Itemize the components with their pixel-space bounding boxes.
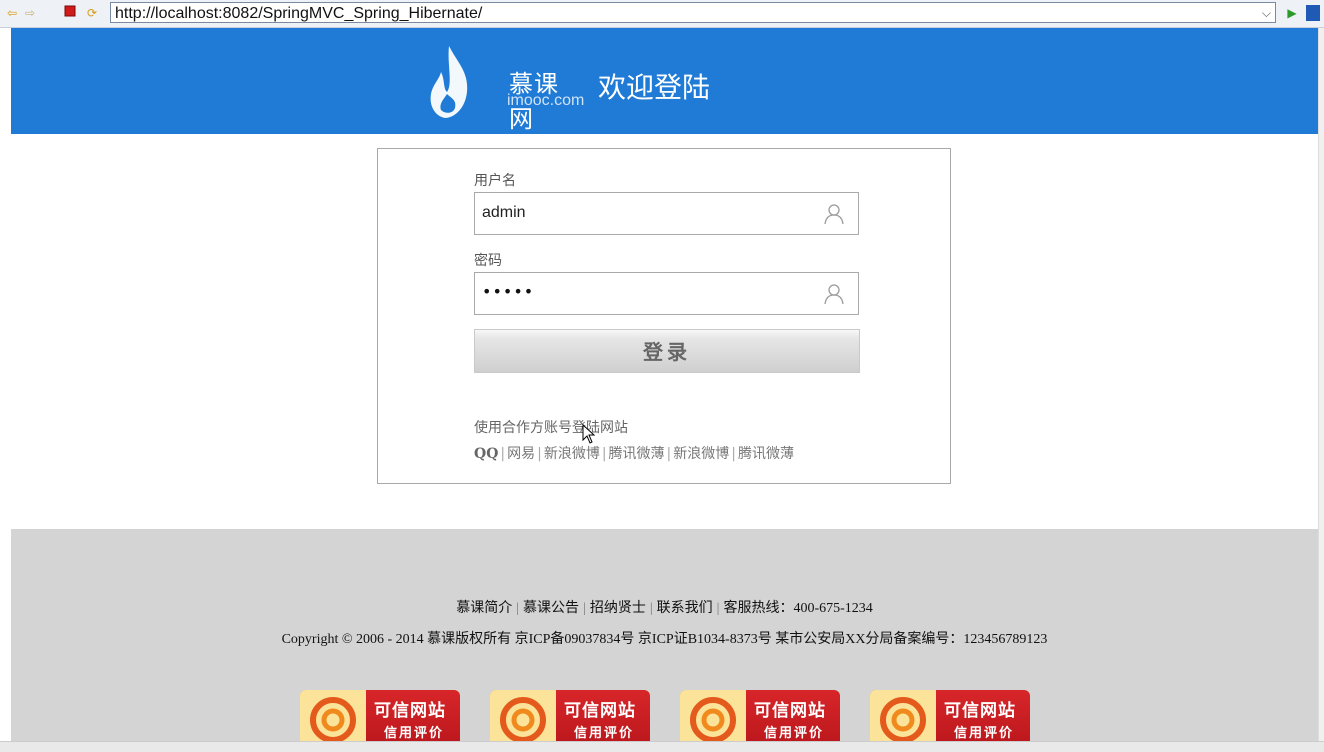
sina-weibo-login-link[interactable]: 新浪微博 bbox=[544, 446, 600, 462]
page-title: 欢迎登陆 bbox=[598, 71, 711, 104]
spiral-emblem-icon bbox=[880, 697, 926, 741]
mouse-cursor-icon bbox=[582, 424, 596, 444]
copyright-text: Copyright © 2006 - 2014 慕课版权所有 京ICP备0903… bbox=[281, 632, 1048, 647]
separator: | bbox=[537, 446, 542, 462]
spiral-emblem-icon bbox=[500, 697, 546, 741]
username-field[interactable]: admin bbox=[474, 192, 859, 235]
flame-icon bbox=[430, 46, 468, 118]
separator: | bbox=[583, 601, 586, 616]
footer-link-contact[interactable]: 联系我们 bbox=[657, 601, 713, 616]
trust-badge[interactable]: 可信网站 信用评价 bbox=[300, 690, 460, 741]
browser-toolbar: ⇦ ⇨ ⟳ http://localhost:8082/SpringMVC_Sp… bbox=[0, 0, 1324, 28]
sina-weibo-login-link-2[interactable]: 新浪微博 bbox=[673, 446, 729, 462]
stop-icon[interactable] bbox=[62, 5, 78, 21]
footer-link-notice[interactable]: 慕课公告 bbox=[523, 601, 579, 616]
spiral-emblem-icon bbox=[310, 697, 356, 741]
password-label: 密码 bbox=[474, 253, 502, 269]
forward-arrow-icon[interactable]: ⇨ bbox=[22, 5, 38, 21]
username-label: 用户名 bbox=[474, 173, 516, 189]
url-text: http://localhost:8082/SpringMVC_Spring_H… bbox=[115, 5, 483, 22]
separator: | bbox=[666, 446, 672, 462]
password-field[interactable]: ••••• bbox=[474, 272, 859, 315]
logo-english-text: imooc.com bbox=[507, 92, 585, 109]
footer-link-about[interactable]: 慕课简介 bbox=[456, 601, 512, 616]
tencent-weibo-login-link-2[interactable]: 腾讯微薄 bbox=[738, 446, 794, 462]
trust-badge[interactable]: 可信网站 信用评价 bbox=[680, 690, 840, 741]
badge-title: 可信网站 bbox=[564, 701, 636, 721]
menu-icon[interactable] bbox=[1306, 5, 1320, 21]
third-party-login-text: 使用合作方账号登陆网站 bbox=[474, 420, 628, 436]
badge-emblem bbox=[490, 690, 556, 741]
imooc-logo[interactable]: 慕课网 imooc.com bbox=[427, 42, 584, 133]
badge-title: 可信网站 bbox=[944, 701, 1016, 721]
refresh-icon[interactable]: ⟳ bbox=[84, 5, 100, 21]
separator: | bbox=[649, 601, 653, 616]
badge-title: 可信网站 bbox=[754, 701, 826, 721]
blank-icon bbox=[44, 5, 60, 21]
address-bar[interactable]: http://localhost:8082/SpringMVC_Spring_H… bbox=[110, 2, 1276, 23]
footer-links: 慕课简介 | 慕课公告 | 招纳贤士 | 联系我们 | 客服热线：400-675-1234 bbox=[11, 597, 1318, 617]
web-page: 慕课网 imooc.com 欢迎登陆 用户名 admin 密码 ••••• 登录… bbox=[11, 28, 1318, 741]
qq-login-link[interactable]: QQ bbox=[474, 446, 498, 462]
user-icon bbox=[824, 204, 844, 225]
separator: | bbox=[516, 601, 520, 616]
status-bar bbox=[0, 741, 1324, 752]
user-icon bbox=[824, 284, 844, 305]
spiral-emblem-icon bbox=[690, 697, 736, 741]
badge-emblem bbox=[680, 690, 746, 741]
trust-badge[interactable]: 可信网站 信用评价 bbox=[870, 690, 1030, 741]
tencent-weibo-login-link[interactable]: 腾讯微薄 bbox=[609, 446, 665, 462]
separator: | bbox=[601, 446, 607, 462]
username-value: admin bbox=[482, 204, 526, 221]
chevron-down-icon[interactable]: ⌵ bbox=[1262, 3, 1271, 24]
page-footer: 慕课简介 | 慕课公告 | 招纳贤士 | 联系我们 | 客服热线：400-675-1234 Co… bbox=[11, 529, 1318, 741]
badge-subtitle: 信用评价 bbox=[764, 726, 825, 741]
password-value: ••••• bbox=[482, 282, 535, 301]
badge-emblem bbox=[870, 690, 936, 741]
badge-subtitle: 信用评价 bbox=[384, 726, 445, 741]
footer-hotline: 客服热线：400-675-1234 bbox=[723, 601, 873, 616]
footer-link-jobs[interactable]: 招纳贤士 bbox=[590, 601, 646, 616]
separator: | bbox=[716, 601, 720, 616]
trust-badge[interactable]: 可信网站 信用评价 bbox=[490, 690, 650, 741]
login-button[interactable]: 登录 bbox=[474, 329, 860, 373]
login-form: 用户名 admin 密码 ••••• 登录 使用合作方账号登陆网站 QQ | 网易 |… bbox=[377, 148, 951, 484]
back-arrow-icon[interactable]: ⇦ bbox=[4, 5, 20, 21]
go-icon[interactable]: ▶ bbox=[1284, 5, 1300, 21]
netease-login-link[interactable]: 网易 bbox=[507, 446, 535, 462]
vertical-scrollbar[interactable] bbox=[1318, 28, 1324, 741]
third-party-links: QQ | 网易 | 新浪微博 | 腾讯微薄 | 新浪微博 | 腾讯微薄 bbox=[474, 443, 794, 463]
separator: | bbox=[731, 446, 736, 462]
badge-subtitle: 信用评价 bbox=[574, 726, 635, 741]
badge-emblem bbox=[300, 690, 366, 741]
separator: | bbox=[500, 446, 506, 462]
badge-title: 可信网站 bbox=[374, 701, 446, 721]
badge-subtitle: 信用评价 bbox=[954, 726, 1015, 741]
page-header: 慕课网 imooc.com 欢迎登陆 bbox=[11, 28, 1318, 134]
